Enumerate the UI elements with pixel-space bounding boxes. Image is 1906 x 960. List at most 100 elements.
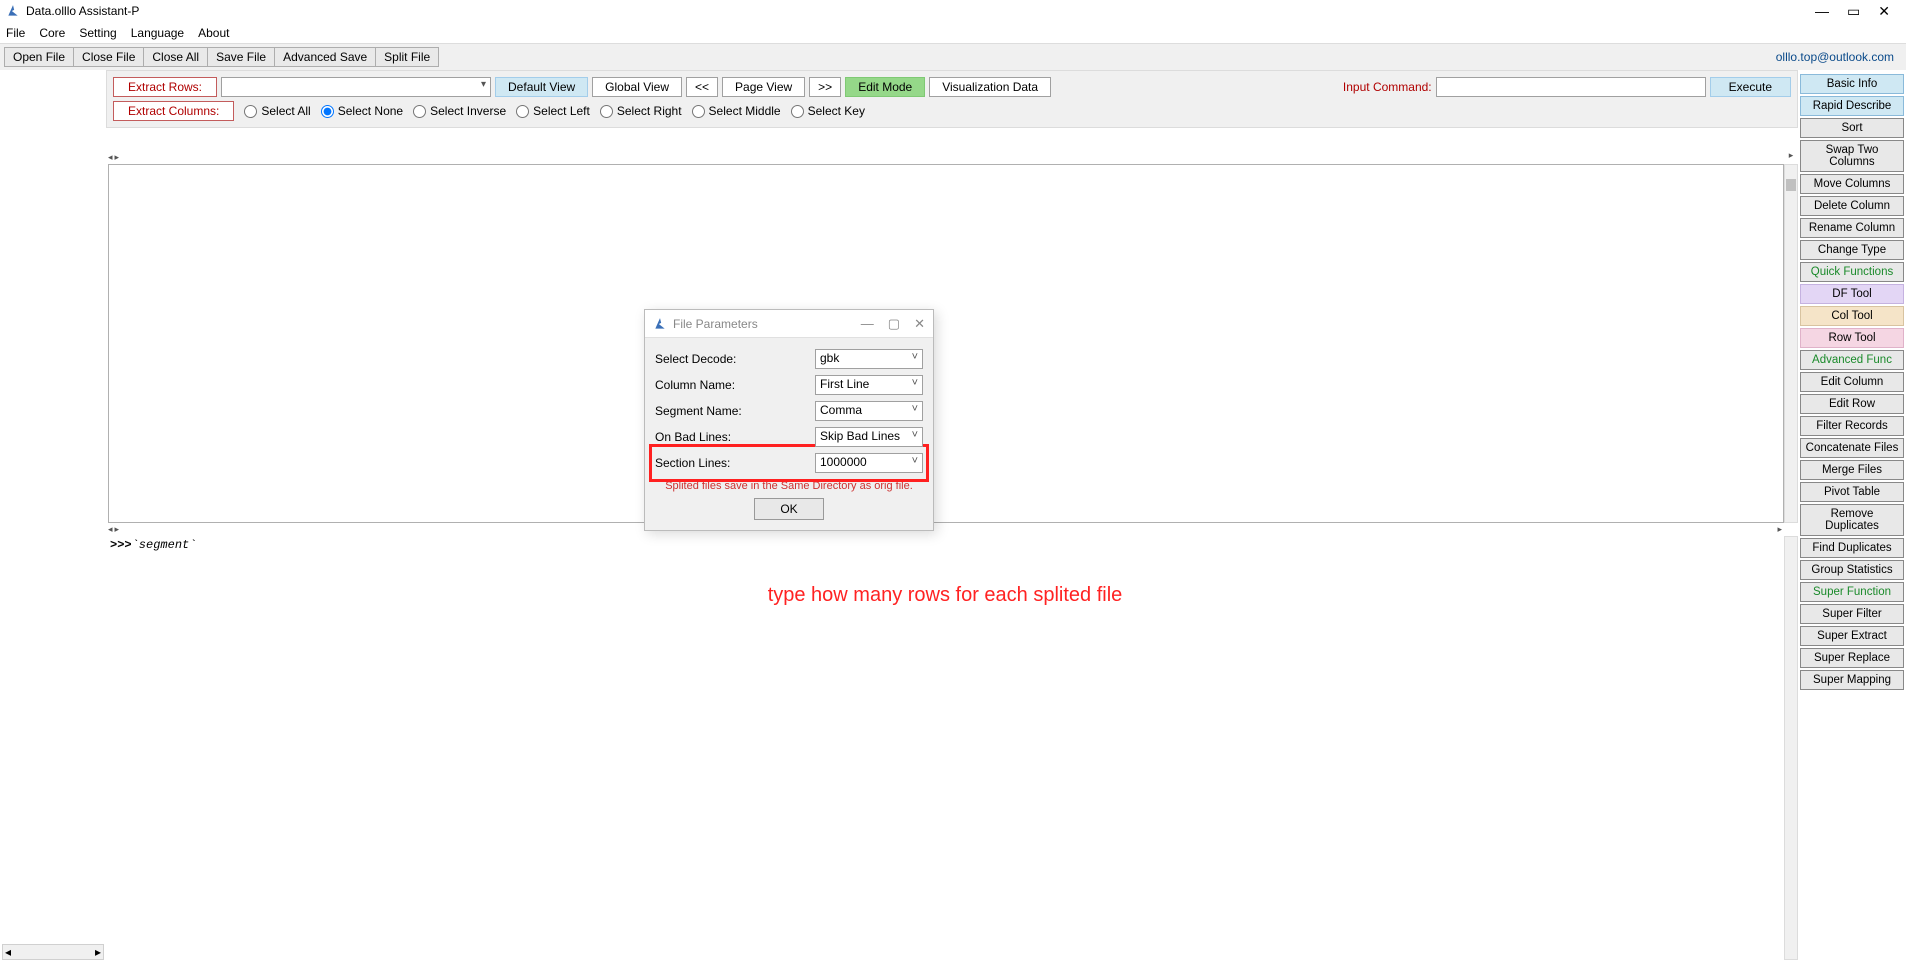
dialog-label: Segment Name:: [655, 404, 815, 418]
rightbar-row-tool[interactable]: Row Tool: [1800, 328, 1904, 348]
dialog-combo-select-decode[interactable]: gbk: [815, 349, 923, 369]
menu-file[interactable]: File: [6, 26, 25, 40]
rightbar-group-statistics[interactable]: Group Statistics: [1800, 560, 1904, 580]
radio-select-none[interactable]: Select None: [321, 104, 403, 118]
right-sidebar: Basic InfoRapid DescribeSortSwap Two Col…: [1798, 70, 1906, 960]
dialog-close-icon[interactable]: ✕: [914, 316, 925, 332]
input-command-field[interactable]: [1436, 77, 1706, 97]
extract-rows-dropdown[interactable]: [221, 77, 491, 97]
top-mini-hscroll-left[interactable]: ◂▸: [106, 150, 132, 164]
rightbar-super-extract[interactable]: Super Extract: [1800, 626, 1904, 646]
rightbar-rename-column[interactable]: Rename Column: [1800, 218, 1904, 238]
console-output: >>>`segment`: [106, 536, 1784, 556]
dialog-row-column-name: Column Name:First Line: [655, 372, 923, 398]
next-page-button[interactable]: >>: [809, 77, 841, 97]
dialog-label: Section Lines:: [655, 456, 815, 470]
editor-top-pane[interactable]: [108, 164, 1784, 523]
radio-select-middle[interactable]: Select Middle: [692, 104, 781, 118]
file-parameters-dialog: File Parameters — ▢ ✕ Select Decode:gbkC…: [644, 309, 934, 531]
rightbar-basic-info[interactable]: Basic Info: [1800, 74, 1904, 94]
editor-bottom-vscrollbar[interactable]: [1784, 536, 1798, 960]
menu-setting[interactable]: Setting: [79, 26, 116, 40]
edit-mode-button[interactable]: Edit Mode: [845, 77, 925, 97]
menubar: File Core Setting Language About: [0, 22, 1906, 44]
rightbar-remove-duplicates[interactable]: Remove Duplicates: [1800, 504, 1904, 536]
file-toolbar: Open File Close File Close All Save File…: [0, 44, 1906, 70]
extract-rows-button[interactable]: Extract Rows:: [113, 77, 217, 97]
titlebar: Data.olllo Assistant-P — ▭ ✕: [0, 0, 1906, 22]
global-view-button[interactable]: Global View: [592, 77, 682, 97]
advanced-save-button[interactable]: Advanced Save: [274, 47, 376, 67]
rightbar-col-tool[interactable]: Col Tool: [1800, 306, 1904, 326]
rightbar-filter-records[interactable]: Filter Records: [1800, 416, 1904, 436]
rightbar-edit-row[interactable]: Edit Row: [1800, 394, 1904, 414]
dialog-combo-section-lines[interactable]: 1000000: [815, 453, 923, 473]
left-gutter: ◂▸: [0, 70, 106, 960]
dialog-minimize-icon[interactable]: —: [861, 316, 874, 332]
rightbar-advanced-func[interactable]: Advanced Func: [1800, 350, 1904, 370]
top-mini-hscroll-right[interactable]: ▸: [1784, 150, 1798, 164]
open-file-button[interactable]: Open File: [4, 47, 74, 67]
close-icon[interactable]: ✕: [1878, 3, 1890, 20]
default-view-button[interactable]: Default View: [495, 77, 588, 97]
minimize-icon[interactable]: —: [1815, 3, 1829, 20]
rightbar-super-replace[interactable]: Super Replace: [1800, 648, 1904, 668]
save-file-button[interactable]: Save File: [207, 47, 275, 67]
dialog-icon: [653, 317, 667, 331]
split-file-button[interactable]: Split File: [375, 47, 439, 67]
left-hscrollbar[interactable]: ◂▸: [2, 944, 104, 960]
menu-about[interactable]: About: [198, 26, 229, 40]
visualization-button[interactable]: Visualization Data: [929, 77, 1051, 97]
rightbar-super-function[interactable]: Super Function: [1800, 582, 1904, 602]
rightbar-delete-column[interactable]: Delete Column: [1800, 196, 1904, 216]
app-icon: [6, 4, 20, 18]
dialog-combo-on-bad-lines[interactable]: Skip Bad Lines: [815, 427, 923, 447]
editor-top-hscrollbar[interactable]: ◂▸▸: [106, 522, 1784, 536]
rightbar-merge-files[interactable]: Merge Files: [1800, 460, 1904, 480]
rightbar-sort[interactable]: Sort: [1800, 118, 1904, 138]
rightbar-super-mapping[interactable]: Super Mapping: [1800, 670, 1904, 690]
rightbar-concatenate-files[interactable]: Concatenate Files: [1800, 438, 1904, 458]
rightbar-quick-functions[interactable]: Quick Functions: [1800, 262, 1904, 282]
dialog-titlebar[interactable]: File Parameters — ▢ ✕: [645, 310, 933, 338]
close-all-button[interactable]: Close All: [143, 47, 208, 67]
dialog-maximize-icon[interactable]: ▢: [888, 316, 900, 332]
menu-core[interactable]: Core: [39, 26, 65, 40]
dialog-label: On Bad Lines:: [655, 430, 815, 444]
radio-select-key[interactable]: Select Key: [791, 104, 865, 118]
input-command-label: Input Command:: [1343, 80, 1432, 94]
rightbar-rapid-describe[interactable]: Rapid Describe: [1800, 96, 1904, 116]
editor-bottom-pane: >>>`segment` type how many rows for each…: [106, 536, 1784, 960]
menu-language[interactable]: Language: [131, 26, 184, 40]
dialog-combo-segment-name[interactable]: Comma: [815, 401, 923, 421]
dialog-label: Column Name:: [655, 378, 815, 392]
page-view-button[interactable]: Page View: [722, 77, 805, 97]
email-link[interactable]: olllo.top@outlook.com: [1776, 50, 1902, 64]
radio-select-left[interactable]: Select Left: [516, 104, 590, 118]
window-controls: — ▭ ✕: [1815, 3, 1900, 20]
editor-top-vscrollbar[interactable]: [1784, 164, 1798, 523]
rightbar-pivot-table[interactable]: Pivot Table: [1800, 482, 1904, 502]
rightbar-move-columns[interactable]: Move Columns: [1800, 174, 1904, 194]
rightbar-change-type[interactable]: Change Type: [1800, 240, 1904, 260]
rightbar-find-duplicates[interactable]: Find Duplicates: [1800, 538, 1904, 558]
control-bar: Extract Rows: Default View Global View <…: [106, 70, 1798, 128]
dialog-row-select-decode: Select Decode:gbk: [655, 346, 923, 372]
close-file-button[interactable]: Close File: [73, 47, 144, 67]
dialog-note: Splited files save in the Same Directory…: [655, 476, 923, 498]
rightbar-df-tool[interactable]: DF Tool: [1800, 284, 1904, 304]
execute-button[interactable]: Execute: [1710, 77, 1791, 97]
radio-select-right[interactable]: Select Right: [600, 104, 682, 118]
dialog-row-on-bad-lines: On Bad Lines:Skip Bad Lines: [655, 424, 923, 450]
rightbar-super-filter[interactable]: Super Filter: [1800, 604, 1904, 624]
maximize-icon[interactable]: ▭: [1847, 3, 1860, 20]
radio-select-inverse[interactable]: Select Inverse: [413, 104, 506, 118]
rightbar-edit-column[interactable]: Edit Column: [1800, 372, 1904, 392]
dialog-ok-button[interactable]: OK: [754, 498, 824, 520]
editor-area: ◂▸ ▸ ◂▸▸ >>>`segment` type how many rows…: [106, 128, 1798, 960]
extract-columns-button[interactable]: Extract Columns:: [113, 101, 234, 121]
prev-page-button[interactable]: <<: [686, 77, 718, 97]
rightbar-swap-two-columns[interactable]: Swap Two Columns: [1800, 140, 1904, 172]
dialog-combo-column-name[interactable]: First Line: [815, 375, 923, 395]
radio-select-all[interactable]: Select All: [244, 104, 310, 118]
